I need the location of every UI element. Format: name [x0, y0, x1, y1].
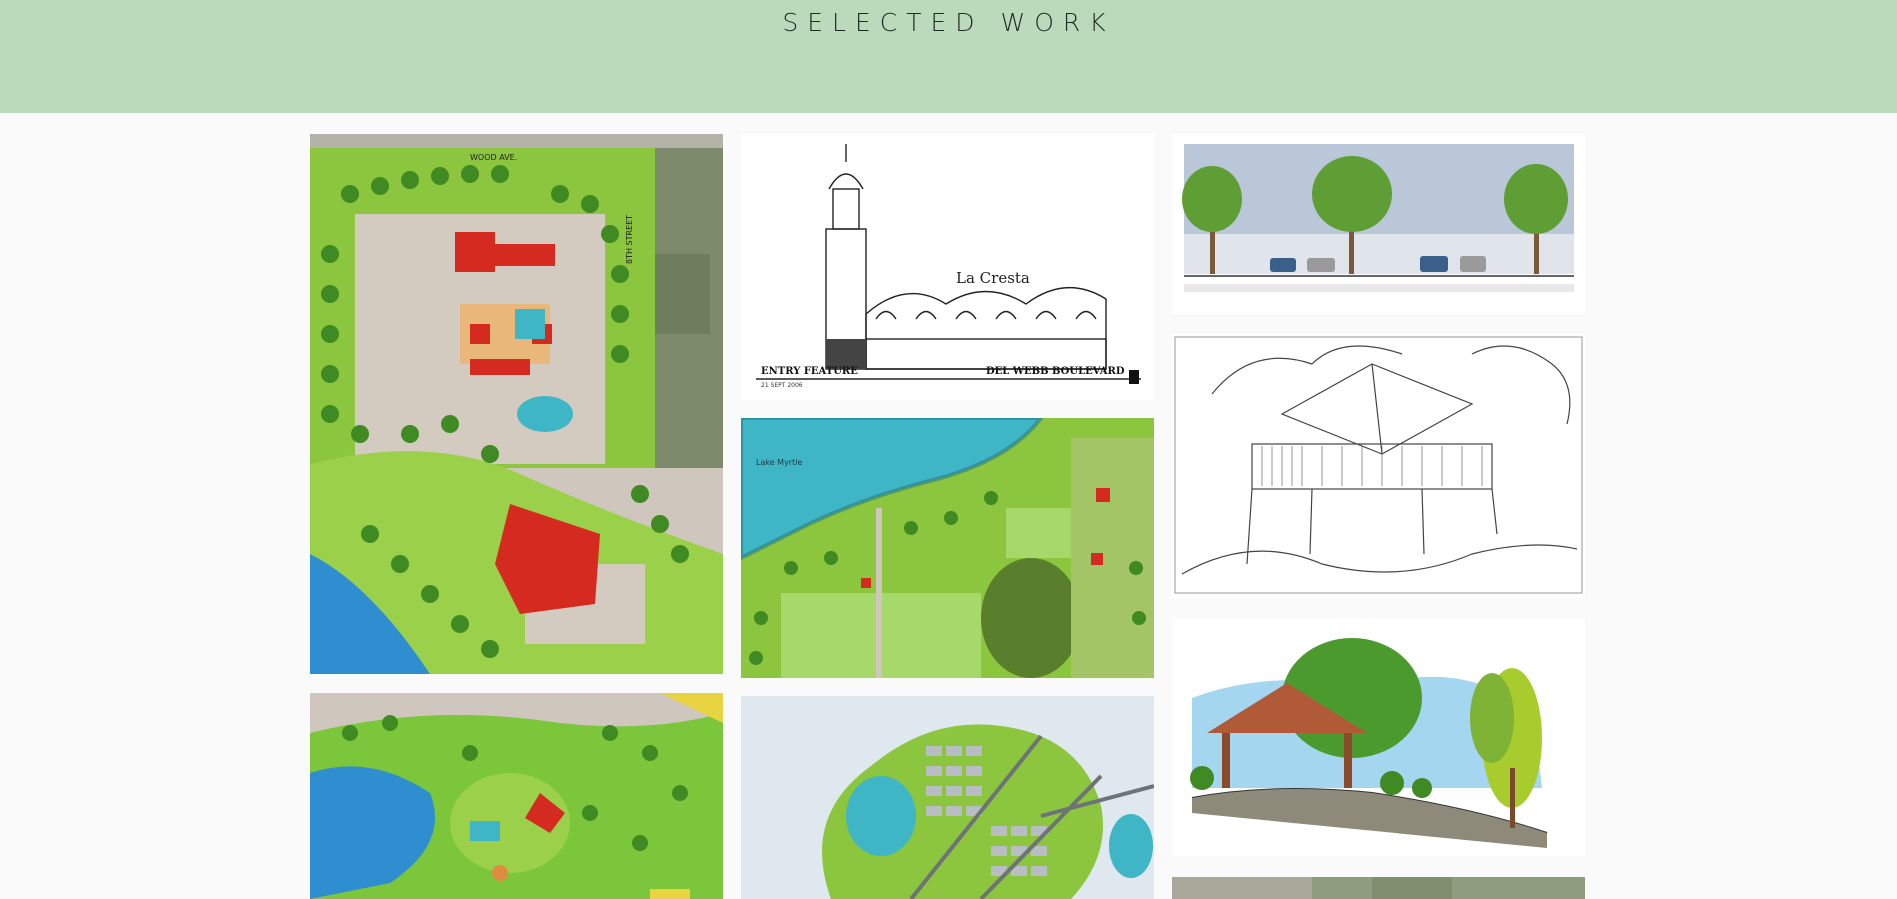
gallery-item-entry-feature[interactable]: La Cresta ENTRY FEATURE 21 SEPT 2006 DEL…: [741, 134, 1154, 400]
street-label-side: 8TH STREET: [625, 215, 634, 264]
site-plan-image: WOOD AVE. 8TH STREET: [310, 134, 723, 674]
gazebo-rendering-image: [1172, 618, 1585, 856]
gallery-item-aerial[interactable]: [1172, 877, 1585, 899]
lake-label: Lake Myrtle: [756, 458, 802, 467]
street-section-image: [1172, 134, 1585, 314]
gallery-item-pavilion-sketch[interactable]: [1172, 334, 1585, 598]
caption-right: DEL WEBB BOULEVARD: [986, 366, 1125, 377]
gallery-item-subdivision-plan[interactable]: [741, 696, 1154, 899]
gallery-item-site-plan[interactable]: WOOD AVE. 8TH STREET: [310, 134, 723, 674]
gallery-item-lake-park[interactable]: Lake Myrtle: [741, 418, 1154, 678]
pool-plan-image: [310, 693, 723, 899]
subdivision-plan-image: [741, 696, 1154, 899]
gallery-item-pool-plan[interactable]: [310, 693, 723, 899]
gallery-item-street-section[interactable]: [1172, 134, 1585, 314]
page-title: SELECTED WORK: [782, 8, 1115, 37]
caption-left: ENTRY FEATURE: [761, 366, 858, 377]
lake-park-image: Lake Myrtle: [741, 418, 1154, 678]
page-header: SELECTED WORK: [0, 0, 1897, 113]
aerial-image: [1172, 877, 1585, 899]
entry-feature-image: La Cresta ENTRY FEATURE 21 SEPT 2006 DEL…: [741, 134, 1154, 400]
street-label-top: WOOD AVE.: [470, 153, 517, 162]
caption-date: 21 SEPT 2006: [761, 382, 803, 389]
sign-text: La Cresta: [956, 269, 1030, 287]
pavilion-sketch-image: [1172, 334, 1585, 598]
gallery-item-gazebo-rendering[interactable]: [1172, 618, 1585, 856]
